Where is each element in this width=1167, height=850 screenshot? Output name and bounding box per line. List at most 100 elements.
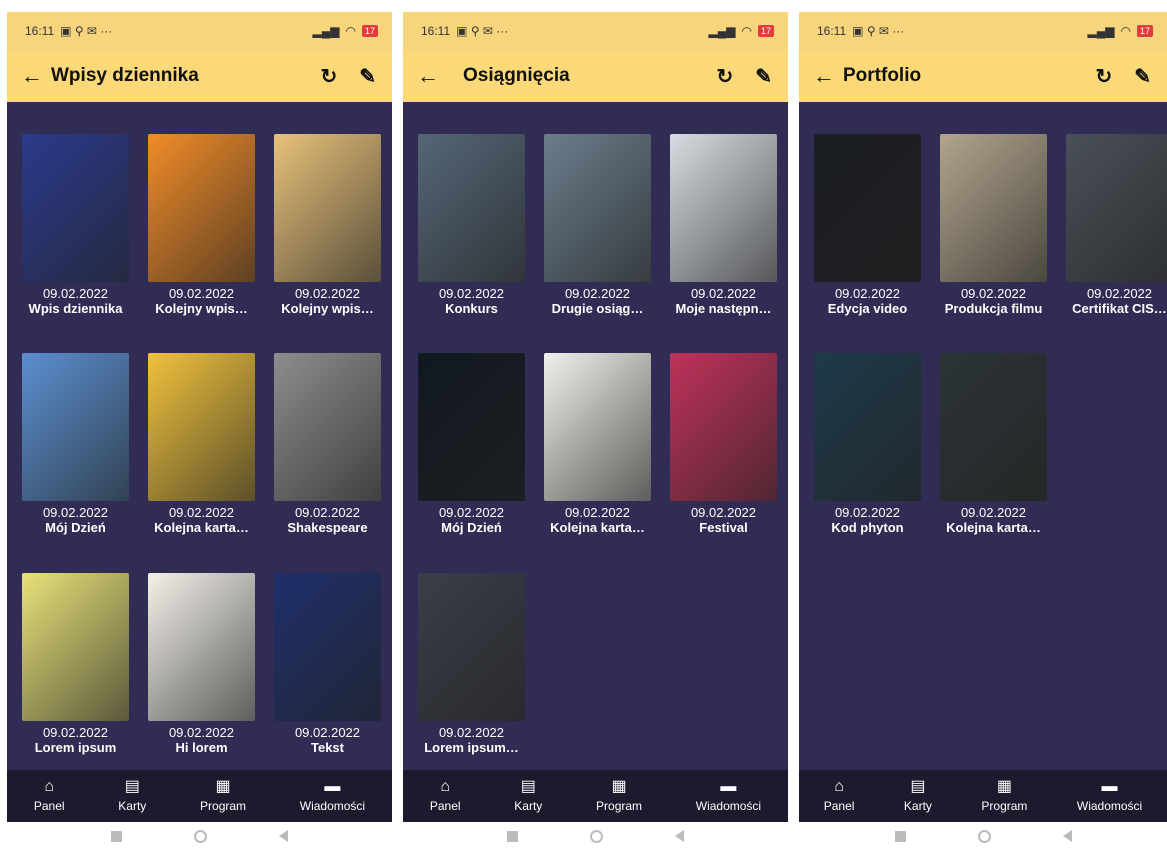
- notification-icons: ▣ ⚲ ✉ ···: [60, 24, 113, 38]
- nav-item-wiadomosci[interactable]: ▬ Wiadomości: [1077, 778, 1142, 814]
- wifi-icon: ◠: [1120, 24, 1131, 38]
- card-date: 09.02.2022: [690, 505, 757, 520]
- nav-item-program[interactable]: ▦ Program: [200, 778, 246, 814]
- nav-item-panel[interactable]: ⌂ Panel: [823, 779, 855, 814]
- home-button-icon[interactable]: [977, 829, 991, 843]
- refresh-icon[interactable]: ↻: [716, 64, 733, 89]
- card-item[interactable]: 09.02.2022 Kolejna karta…: [148, 353, 255, 535]
- card-item[interactable]: 09.02.2022 Hi lorem: [148, 573, 255, 755]
- program-icon: ▦: [215, 778, 231, 795]
- card-item[interactable]: 09.02.2022 Lorem ipsum…: [418, 573, 525, 755]
- program-icon: ▦: [611, 778, 627, 795]
- messages-icon: ▬: [1101, 778, 1118, 795]
- back-arrow-icon[interactable]: ←: [417, 63, 447, 89]
- card-title: Konkurs: [445, 301, 498, 316]
- card-item[interactable]: 09.02.2022 Kolejny wpis…: [148, 134, 255, 316]
- nav-item-karty[interactable]: ▤ Karty: [903, 779, 932, 814]
- back-arrow-icon[interactable]: ←: [21, 63, 51, 89]
- card-item[interactable]: 09.02.2022 Drugie osiąg…: [544, 134, 651, 316]
- card-item[interactable]: 09.02.2022 Certifikat CIS…: [1066, 134, 1167, 316]
- card-title: Produkcja filmu: [944, 301, 1043, 316]
- card-item[interactable]: 09.02.2022 Lorem ipsum: [22, 573, 129, 755]
- nav-item-program[interactable]: ▦ Program: [596, 778, 643, 814]
- card-thumbnail: [418, 134, 525, 282]
- card-title: Lorem ipsum…: [424, 740, 519, 755]
- card-date: 09.02.2022: [438, 725, 505, 740]
- nav-item-karty[interactable]: ▤ Karty: [514, 778, 542, 814]
- card-title: Hi lorem: [175, 740, 228, 755]
- signal-icon: ▂▄▆: [1087, 24, 1115, 38]
- card-thumbnail: [148, 573, 255, 721]
- refresh-icon[interactable]: ↻: [320, 64, 337, 89]
- card-title: Drugie osiąg…: [551, 301, 644, 316]
- card-thumbnail: [22, 353, 129, 501]
- edit-pencil-icon[interactable]: ✎: [1134, 64, 1151, 89]
- card-date: 09.02.2022: [294, 286, 361, 301]
- edit-pencil-icon[interactable]: ✎: [755, 64, 772, 89]
- card-item[interactable]: 09.02.2022 Mój Dzień: [418, 353, 525, 535]
- card-title: Wpis dziennika: [28, 301, 123, 316]
- back-triangle-icon[interactable]: [1062, 830, 1072, 842]
- card-thumbnail: [670, 353, 777, 501]
- card-date: 09.02.2022: [438, 505, 505, 520]
- back-arrow-icon[interactable]: ←: [813, 63, 843, 89]
- nav-item-panel[interactable]: ⌂ Panel: [33, 779, 65, 814]
- card-title: Certifikat CIS…: [1072, 301, 1167, 316]
- card-item[interactable]: 09.02.2022 Kod phyton: [814, 353, 921, 535]
- card-item[interactable]: 09.02.2022 Kolejny wpis…: [274, 134, 381, 316]
- nav-item-karty[interactable]: ▤ Karty: [118, 779, 147, 814]
- home-button-icon[interactable]: [194, 829, 207, 843]
- battery-icon: 17: [361, 25, 378, 37]
- card-item[interactable]: 09.02.2022 Konkurs: [418, 134, 525, 316]
- status-time: 16:11: [421, 24, 451, 38]
- card-item[interactable]: 09.02.2022 Moje następn…: [670, 134, 777, 316]
- card-thumbnail: [22, 573, 129, 721]
- card-title: Kolejna karta…: [550, 520, 645, 535]
- system-navigation-bar: [403, 822, 788, 850]
- card-item[interactable]: 09.02.2022 Mój Dzień: [22, 353, 129, 535]
- card-title: Lorem ipsum: [34, 740, 117, 755]
- phone-screen-portfolio: 16:11 ▣ ⚲ ✉ ··· ▂▄▆ ◠ 17 ← Portfolio ↻ ✎…: [799, 12, 1167, 850]
- card-item[interactable]: 09.02.2022 Kolejna karta…: [940, 353, 1047, 535]
- status-time: 16:11: [817, 24, 847, 38]
- home-button-icon[interactable]: [590, 829, 603, 843]
- nav-label: Panel: [33, 799, 65, 813]
- card-date: 09.02.2022: [294, 505, 361, 520]
- card-item[interactable]: 09.02.2022 Tekst: [274, 573, 381, 755]
- page-title: Wpisy dziennika: [51, 65, 199, 86]
- nav-item-program[interactable]: ▦ Program: [981, 778, 1027, 814]
- refresh-icon[interactable]: ↻: [1095, 64, 1112, 89]
- nav-label: Karty: [903, 799, 932, 813]
- edit-pencil-icon[interactable]: ✎: [359, 64, 376, 89]
- home-icon: ⌂: [440, 778, 451, 795]
- program-icon: ▦: [996, 778, 1012, 795]
- back-triangle-icon[interactable]: [675, 830, 684, 842]
- card-title: Kolejna karta…: [946, 520, 1041, 535]
- card-item[interactable]: 09.02.2022 Kolejna karta…: [544, 353, 651, 535]
- card-title: Moje następn…: [675, 301, 772, 316]
- card-date: 09.02.2022: [168, 725, 235, 740]
- recent-apps-icon[interactable]: [507, 830, 518, 842]
- card-date: 09.02.2022: [42, 286, 109, 301]
- card-title: Kolejny wpis…: [155, 301, 248, 316]
- cards-icon: ▤: [520, 778, 536, 795]
- nav-item-wiadomosci[interactable]: ▬ Wiadomości: [300, 779, 365, 814]
- nav-label: Karty: [118, 799, 147, 813]
- nav-label: Panel: [823, 799, 855, 813]
- card-item[interactable]: 09.02.2022 Wpis dziennika: [22, 134, 129, 316]
- recent-apps-icon[interactable]: [111, 830, 122, 842]
- card-item[interactable]: 09.02.2022 Festival: [670, 353, 777, 535]
- wifi-icon: ◠: [345, 24, 356, 38]
- bottom-navigation: ⌂ Panel ▤ Karty ▦ Program ▬ Wiadomości: [7, 770, 392, 822]
- card-item[interactable]: 09.02.2022 Produkcja filmu: [940, 134, 1047, 316]
- status-bar: 16:11 ▣ ⚲ ✉ ··· ▂▄▆ ◠ 17: [403, 12, 788, 50]
- back-triangle-icon[interactable]: [279, 830, 288, 842]
- card-thumbnail: [418, 573, 525, 721]
- nav-item-panel[interactable]: ⌂ Panel: [430, 778, 461, 814]
- recent-apps-icon[interactable]: [894, 830, 906, 842]
- card-item[interactable]: 09.02.2022 Edycja video: [814, 134, 921, 316]
- nav-label: Program: [596, 799, 643, 813]
- phone-screen-journal: 16:11 ▣ ⚲ ✉ ··· ▂▄▆ ◠ 17 ← Wpisy dzienni…: [7, 12, 392, 850]
- card-item[interactable]: 09.02.2022 Shakespeare: [274, 353, 381, 535]
- nav-item-wiadomosci[interactable]: ▬ Wiadomości: [696, 779, 761, 814]
